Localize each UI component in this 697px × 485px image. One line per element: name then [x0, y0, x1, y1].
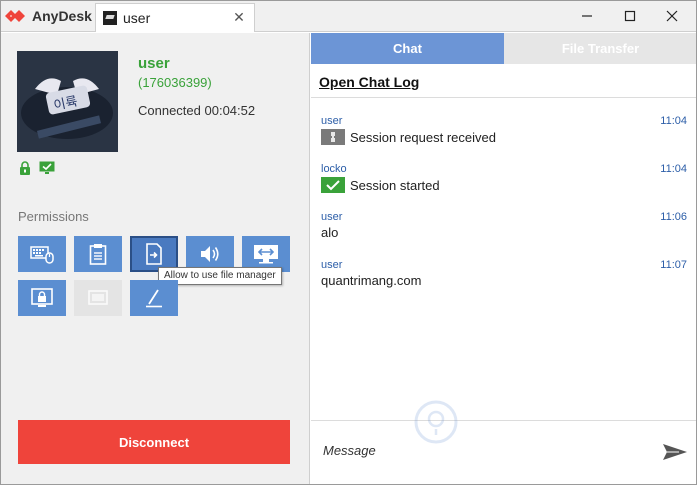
tab-close-icon[interactable]: ✕: [232, 10, 246, 24]
tab-file-transfer[interactable]: File Transfer: [504, 33, 696, 64]
message-body: quantrimang.com: [321, 273, 421, 288]
whiteboard-pen-icon: [146, 289, 162, 308]
tab-chat[interactable]: Chat: [311, 33, 504, 64]
permissions-title: Permissions: [18, 209, 89, 224]
connection-status-icons: [19, 161, 55, 175]
message-time: 11:04: [660, 163, 687, 175]
message-text: Session started: [350, 177, 440, 193]
message-body: alo: [321, 225, 338, 240]
verified-monitor-icon: [39, 161, 55, 174]
open-chat-log-link[interactable]: Open Chat Log: [319, 74, 419, 90]
send-button[interactable]: [661, 441, 689, 463]
maximize-button[interactable]: [610, 1, 650, 31]
permission-lock-screen-button[interactable]: [18, 280, 66, 316]
speaker-icon: [201, 246, 219, 262]
chat-log-bar: Open Chat Log: [311, 64, 696, 98]
app-name: AnyDesk: [32, 8, 92, 24]
minimize-icon: [582, 15, 592, 17]
permission-clipboard-button[interactable]: [74, 236, 122, 272]
permission-privacy-mode-button[interactable]: [74, 280, 122, 316]
permission-keyboard-mouse-button[interactable]: [18, 236, 66, 272]
anydesk-window: AnyDesk user ✕ 이륙 user (176036399) Conne…: [0, 0, 697, 485]
message-text: Session request received: [350, 129, 496, 145]
file-manager-icon: [146, 243, 162, 265]
message-body: Session request received: [321, 129, 496, 145]
connection-duration: Connected 00:04:52: [138, 103, 256, 118]
screen-control-icon: [254, 245, 278, 264]
message-sender: user: [321, 259, 343, 271]
session-thumbnail-icon: [103, 11, 117, 25]
message-time: 11:04: [660, 115, 687, 127]
message-body: Session started: [321, 177, 440, 193]
keyboard-mouse-icon: [30, 246, 54, 264]
panel-tabs: Chat File Transfer: [311, 33, 696, 64]
message-text: quantrimang.com: [321, 273, 422, 288]
message-sender: user: [321, 211, 343, 223]
remote-user-name: user: [138, 55, 170, 72]
session-request-icon: [321, 129, 345, 145]
message-text: alo: [321, 225, 339, 240]
title-bar: AnyDesk user ✕: [1, 1, 696, 32]
watermark-logo-icon: [414, 400, 458, 444]
maximize-icon: [624, 10, 636, 22]
message-input[interactable]: Message: [323, 443, 376, 458]
permission-whiteboard-button[interactable]: [130, 280, 178, 316]
minimize-button[interactable]: [567, 1, 607, 31]
session-info-panel: 이륙 user (176036399) Connected 00:04:52 P…: [1, 33, 310, 484]
message-time: 11:07: [660, 259, 687, 271]
encrypted-lock-icon: [20, 161, 30, 175]
clipboard-icon: [89, 244, 107, 265]
app-brand: AnyDesk: [1, 1, 93, 31]
session-tab-label: user: [123, 10, 151, 26]
message-sender: user: [321, 115, 343, 127]
chat-panel: Chat File Transfer Open Chat Log user 11…: [311, 33, 696, 484]
send-icon: [663, 444, 687, 460]
privacy-mode-icon: [88, 290, 108, 305]
close-button[interactable]: [652, 1, 692, 31]
lock-screen-icon: [31, 288, 53, 307]
input-divider: [311, 420, 696, 421]
session-started-icon: [321, 177, 345, 193]
message-time: 11:06: [660, 211, 687, 223]
session-tab[interactable]: user ✕: [95, 3, 255, 32]
close-icon: [666, 10, 678, 22]
avatar: 이륙: [17, 51, 118, 152]
anydesk-logo-icon: [5, 10, 25, 22]
disconnect-button[interactable]: Disconnect: [18, 420, 290, 464]
message-sender: locko: [321, 163, 347, 175]
remote-user-id: (176036399): [138, 75, 212, 90]
